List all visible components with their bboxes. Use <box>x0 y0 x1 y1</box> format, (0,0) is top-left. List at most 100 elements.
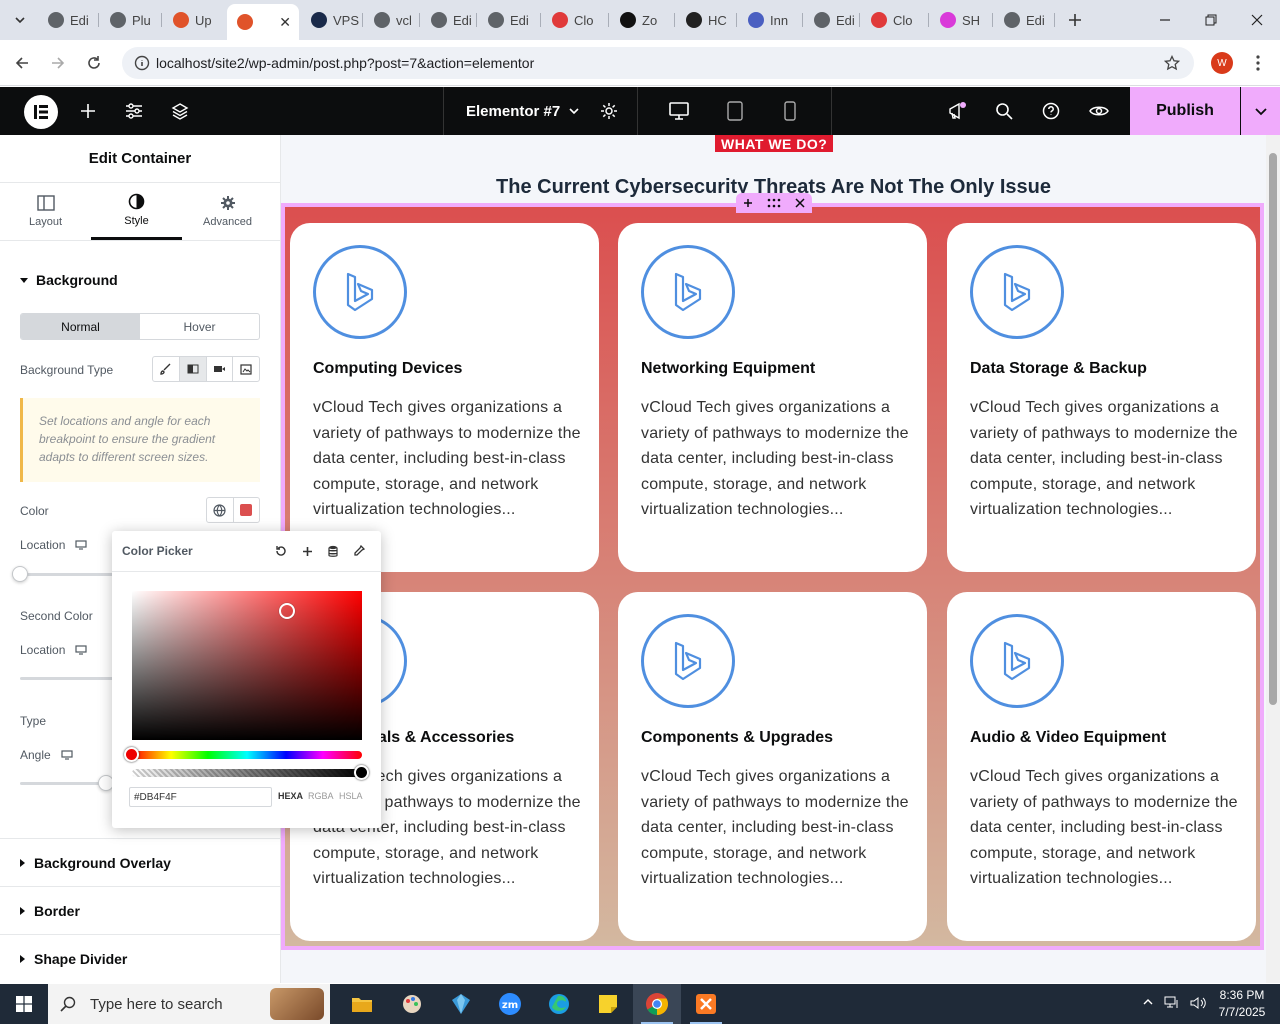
tab-search-button[interactable] <box>6 6 34 34</box>
mobile-view-button[interactable] <box>767 87 813 135</box>
structure-button[interactable] <box>157 87 203 135</box>
tab-advanced[interactable]: Advanced <box>182 183 273 240</box>
site-settings-button[interactable] <box>111 87 157 135</box>
opacity-slider[interactable] <box>132 769 362 777</box>
browser-tab[interactable]: vcl <box>364 6 419 34</box>
profile-avatar[interactable]: W <box>1211 52 1233 74</box>
paint-app[interactable] <box>388 984 436 1024</box>
selected-container[interactable]: Computing Devices vCloud Tech gives organ… <box>281 203 1264 950</box>
add-global-color-button[interactable] <box>295 539 319 563</box>
opacity-slider-handle[interactable] <box>354 765 369 780</box>
notifications-button[interactable] <box>934 87 980 135</box>
chevron-up-icon[interactable] <box>1142 996 1154 1008</box>
slideshow-type-button[interactable] <box>233 357 259 381</box>
elementor-logo-button[interactable] <box>24 95 58 129</box>
minimize-button[interactable] <box>1142 0 1188 40</box>
saturation-cursor[interactable] <box>279 603 295 619</box>
close-icon[interactable] <box>795 198 805 208</box>
page-settings-button[interactable] <box>586 87 632 135</box>
network-icon[interactable] <box>1164 996 1180 1010</box>
service-card[interactable]: Networking Equipment vCloud Tech gives or… <box>618 223 927 572</box>
plus-icon[interactable] <box>743 198 753 208</box>
publish-button[interactable]: Publish <box>1130 87 1240 135</box>
browser-tab[interactable]: Edi <box>421 6 476 34</box>
location-slider[interactable] <box>20 573 120 576</box>
help-button[interactable] <box>1028 87 1074 135</box>
add-element-button[interactable] <box>65 87 111 135</box>
browser-tab[interactable]: Edi <box>994 6 1054 34</box>
hue-slider[interactable] <box>132 751 362 759</box>
location-slider-handle[interactable] <box>12 566 28 582</box>
publish-options-button[interactable] <box>1241 87 1280 135</box>
finder-button[interactable] <box>981 87 1027 135</box>
tablet-view-button[interactable] <box>712 87 758 135</box>
service-card[interactable]: Computing Devices vCloud Tech gives organ… <box>290 223 599 572</box>
format-hexa-button[interactable]: HEXA <box>278 791 303 801</box>
saturation-area[interactable] <box>132 591 362 740</box>
browser-tab[interactable]: Clo <box>542 6 608 34</box>
new-tab-button[interactable] <box>1061 6 1089 34</box>
service-card[interactable]: Audio & Video Equipment vCloud Tech gives… <box>947 592 1256 941</box>
browser-tab[interactable]: Inn <box>738 6 802 34</box>
browser-tab[interactable]: HC <box>676 6 736 34</box>
browser-tab[interactable]: Plu <box>100 6 161 34</box>
scrollbar-thumb[interactable] <box>1269 153 1277 705</box>
app-icon-diamond[interactable] <box>437 984 485 1024</box>
shape-divider-section[interactable]: Shape Divider <box>0 934 281 982</box>
taskbar-search[interactable]: Type here to search <box>48 984 330 1024</box>
tab-layout[interactable]: Layout <box>0 183 91 240</box>
service-card[interactable]: Data Storage & Backup vCloud Tech gives o… <box>947 223 1256 572</box>
xampp-app[interactable] <box>682 984 730 1024</box>
document-title-dropdown[interactable]: Elementor #7 <box>466 87 580 135</box>
state-normal-tab[interactable]: Normal <box>21 314 140 339</box>
browser-tab[interactable]: Up <box>163 6 225 34</box>
start-button[interactable] <box>0 984 48 1024</box>
browser-tab[interactable]: Edi <box>38 6 98 34</box>
browser-tab[interactable]: VPS <box>301 6 362 34</box>
chrome-app[interactable] <box>633 984 681 1024</box>
drag-handle-icon[interactable] <box>767 198 781 208</box>
background-section-toggle[interactable]: Background <box>20 272 118 288</box>
volume-icon[interactable] <box>1190 996 1206 1010</box>
global-colors-list-button[interactable] <box>321 539 345 563</box>
background-overlay-section[interactable]: Background Overlay <box>0 838 281 886</box>
browser-tab[interactable]: Edi <box>478 6 540 34</box>
format-rgba-button[interactable]: RGBA <box>308 791 334 801</box>
back-button[interactable] <box>8 49 36 77</box>
desktop-view-button[interactable] <box>656 87 702 135</box>
browser-tab[interactable]: Clo <box>861 6 928 34</box>
sticky-notes-app[interactable] <box>584 984 632 1024</box>
service-card[interactable]: Components & Upgrades vCloud Tech gives o… <box>618 592 927 941</box>
browser-menu-button[interactable] <box>1244 49 1272 77</box>
browser-tab[interactable]: ✕ <box>227 4 299 40</box>
browser-tab[interactable]: SH <box>930 6 992 34</box>
border-section[interactable]: Border <box>0 886 281 934</box>
browser-tab[interactable]: Zo <box>610 6 674 34</box>
eyedropper-button[interactable] <box>347 539 371 563</box>
zoom-app[interactable]: zm <box>486 984 534 1024</box>
edge-app[interactable] <box>535 984 583 1024</box>
global-colors-button[interactable] <box>207 498 234 522</box>
restore-button[interactable] <box>1188 0 1234 40</box>
reset-color-button[interactable] <box>269 539 293 563</box>
system-clock[interactable]: 8:36 PM 7/7/2025 <box>1210 987 1274 1021</box>
tab-close-icon[interactable]: ✕ <box>279 14 291 31</box>
reload-button[interactable] <box>80 49 108 77</box>
browser-tab[interactable]: Edi <box>804 6 859 34</box>
color-swatch-button[interactable] <box>234 498 260 522</box>
video-type-button[interactable] <box>207 357 234 381</box>
url-bar[interactable]: localhost/site2/wp-admin/post.php?post=7… <box>122 47 1194 79</box>
hue-slider-handle[interactable] <box>124 747 139 762</box>
state-hover-tab[interactable]: Hover <box>140 314 259 339</box>
classic-type-button[interactable] <box>153 357 180 381</box>
canvas-scrollbar[interactable] <box>1266 135 1280 983</box>
second-location-slider[interactable] <box>20 677 120 680</box>
gradient-type-button[interactable] <box>179 357 207 381</box>
forward-button[interactable] <box>44 49 72 77</box>
file-explorer-app[interactable] <box>338 984 386 1024</box>
hex-input[interactable]: #DB4F4F <box>129 787 272 807</box>
preview-button[interactable] <box>1076 87 1122 135</box>
close-window-button[interactable] <box>1234 0 1280 40</box>
format-hsla-button[interactable]: HSLA <box>339 791 363 801</box>
tab-style[interactable]: Style <box>91 183 182 240</box>
